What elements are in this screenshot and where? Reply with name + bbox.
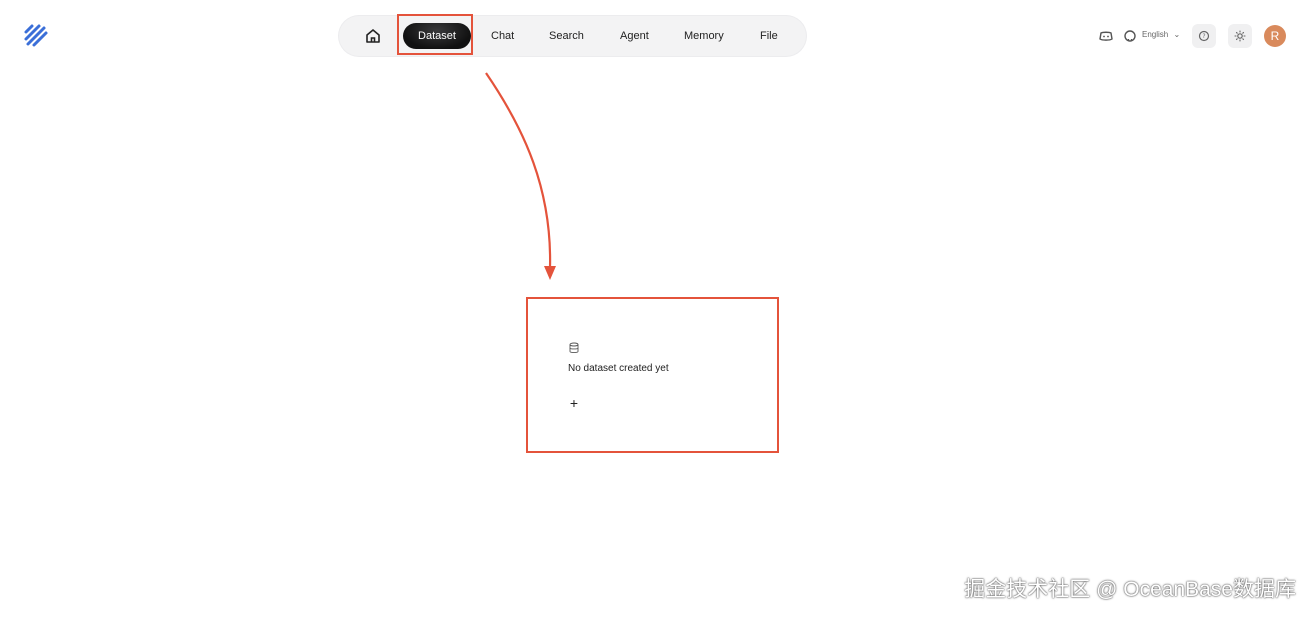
tab-search[interactable]: Search <box>549 26 584 46</box>
tab-memory[interactable]: Memory <box>684 26 724 46</box>
discord-icon[interactable] <box>1094 24 1118 48</box>
watermark-text: 掘金技术社区 @ OceanBase数据库 <box>964 578 1296 601</box>
help-button[interactable]: ? <box>1192 24 1216 48</box>
tab-chat[interactable]: Chat <box>491 26 514 46</box>
add-dataset-button[interactable]: + <box>566 395 582 411</box>
sun-icon <box>1234 30 1246 42</box>
chevron-down-icon: ⌄ <box>1173 30 1181 39</box>
database-icon <box>569 342 579 353</box>
home-icon[interactable] <box>363 26 383 46</box>
tab-file[interactable]: File <box>760 26 778 46</box>
help-icon: ? <box>1198 30 1210 42</box>
tab-agent[interactable]: Agent <box>620 26 649 46</box>
top-nav: Dataset Chat Search Agent Memory File <box>339 16 806 56</box>
theme-toggle-button[interactable] <box>1228 24 1252 48</box>
user-avatar[interactable]: R <box>1264 25 1286 47</box>
empty-dataset-panel: No dataset created yet + <box>526 297 779 453</box>
tab-dataset[interactable]: Dataset <box>403 23 471 49</box>
github-icon[interactable] <box>1118 24 1142 48</box>
svg-text:?: ? <box>1202 33 1205 40</box>
language-select[interactable]: English ⌄ <box>1142 30 1180 39</box>
empty-state-message: No dataset created yet <box>568 363 669 374</box>
language-label: English <box>1142 30 1169 39</box>
app-logo[interactable] <box>22 22 50 50</box>
